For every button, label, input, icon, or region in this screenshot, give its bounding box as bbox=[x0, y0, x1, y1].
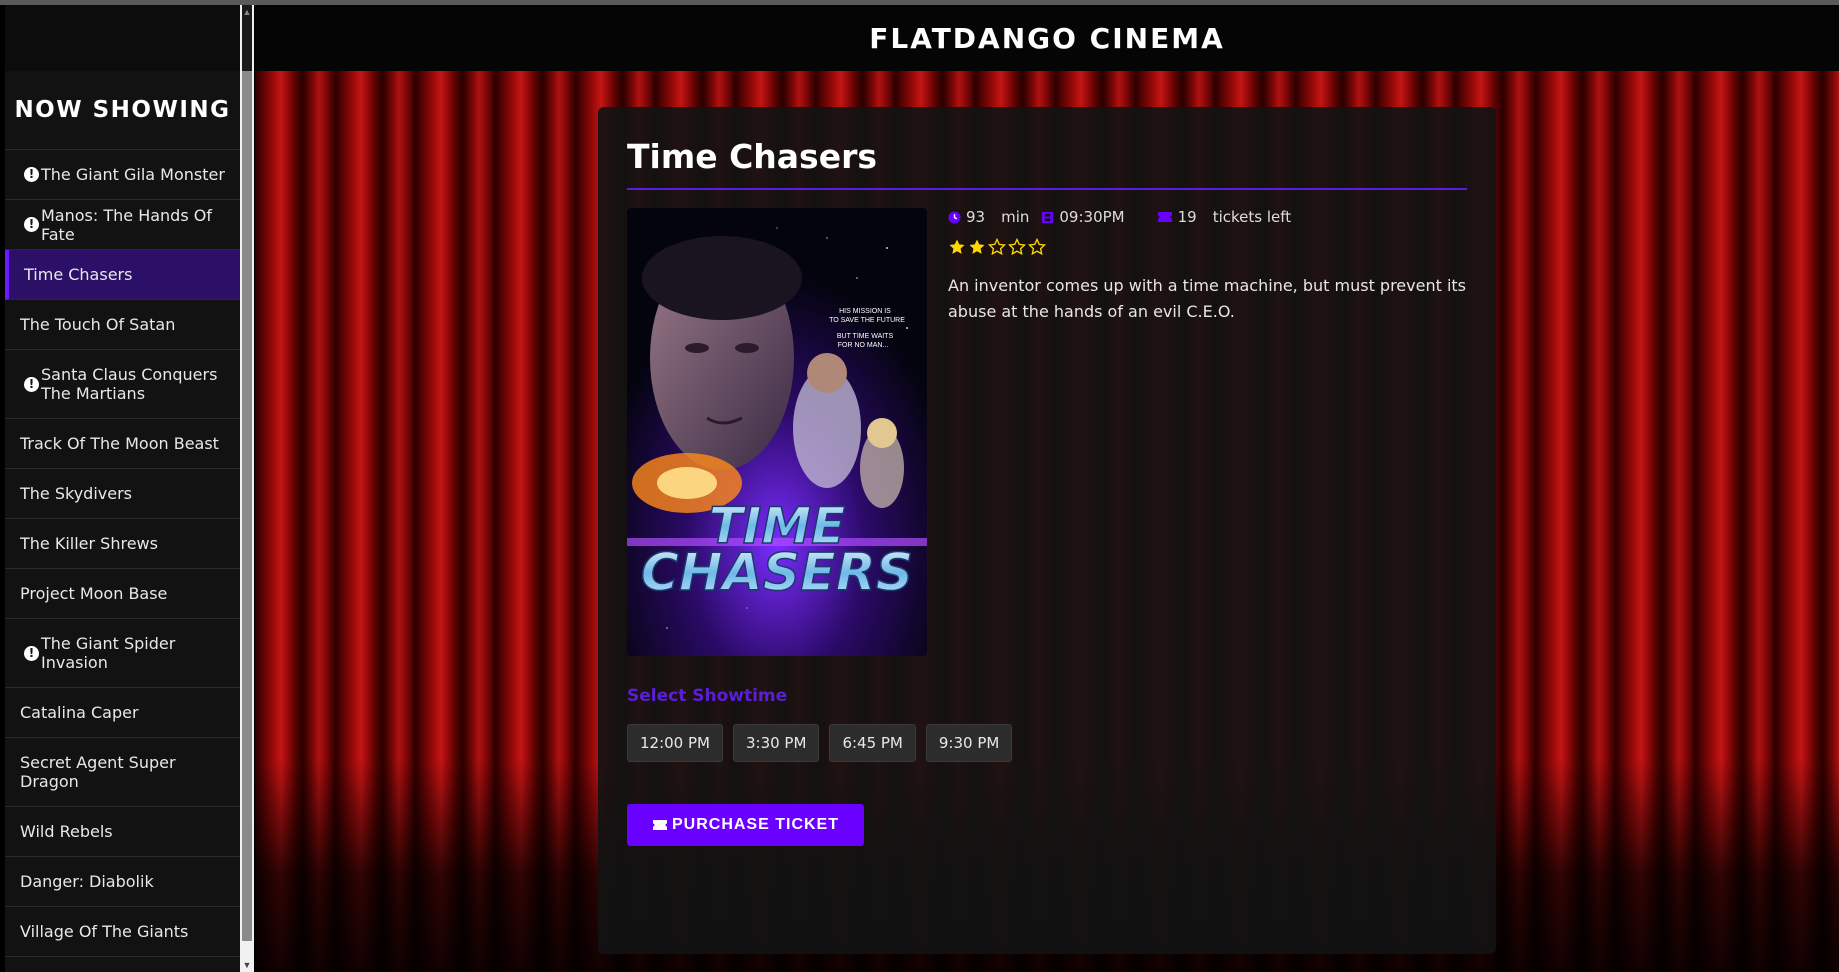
showtime-heading: Select Showtime bbox=[627, 686, 788, 706]
sidebar-item-label: The Giant Spider Invasion bbox=[41, 634, 176, 672]
sidebar-item-santa-claus-conquers-the-martians[interactable]: ! Santa Claus Conquers The Martians bbox=[5, 350, 240, 419]
scroll-down-arrow-icon[interactable]: ▼ bbox=[240, 958, 254, 972]
showtime-option-button[interactable]: 6:45 PM bbox=[829, 724, 916, 762]
sidebar-item-label: Danger: Diabolik bbox=[20, 872, 154, 891]
sidebar-item-manos-the-hands-of-fate[interactable]: ! Manos: The Hands Of Fate bbox=[5, 200, 240, 250]
sidebar-item-label: The Killer Shrews bbox=[20, 534, 158, 553]
star-filled-icon bbox=[948, 238, 966, 256]
film-icon bbox=[1041, 211, 1054, 224]
purchase-ticket-label: PURCHASE TICKET bbox=[671, 816, 839, 833]
star-empty-icon bbox=[987, 237, 1007, 256]
tickets-label: tickets left bbox=[1212, 208, 1292, 226]
sidebar-item-catalina-caper[interactable]: Catalina Caper bbox=[5, 688, 240, 738]
sidebar-item-danger-diabolik[interactable]: Danger: Diabolik bbox=[5, 857, 240, 907]
poster-tagline-3: BUT TIME WAITS bbox=[837, 333, 894, 340]
purchase-ticket-button[interactable]: PURCHASE TICKET bbox=[627, 804, 864, 846]
rating-stars bbox=[948, 237, 1047, 256]
showtime-option-button[interactable]: 3:30 PM bbox=[732, 724, 820, 762]
showtime-option-button[interactable]: 12:00 PM bbox=[627, 724, 723, 762]
main-area: FLATDANGO CINEMA Time Chasers HIS MISSIO… bbox=[255, 5, 1839, 972]
movie-title: Time Chasers bbox=[627, 137, 877, 176]
sidebar-item-the-touch-of-satan[interactable]: The Touch Of Satan bbox=[5, 300, 240, 350]
sidebar-item-village-of-the-giants[interactable]: Village Of The Giants bbox=[5, 907, 240, 957]
title-divider bbox=[627, 188, 1467, 190]
sidebar-heading: NOW SHOWING bbox=[5, 71, 240, 150]
sidebar-item-label: Track Of The Moon Beast bbox=[20, 434, 219, 453]
sidebar-item-secret-agent-super-dragon[interactable]: Secret Agent Super Dragon bbox=[5, 738, 240, 807]
alert-circle-icon: ! bbox=[24, 376, 39, 392]
sidebar-item-label: Manos: The Hands Of Fate bbox=[41, 205, 212, 244]
sidebar-item-wild-rebels[interactable]: Wild Rebels bbox=[5, 807, 240, 857]
alert-circle-icon: ! bbox=[24, 645, 39, 661]
sidebar-item-track-of-the-moon-beast[interactable]: Track Of The Moon Beast bbox=[5, 419, 240, 469]
scrollbar-thumb[interactable] bbox=[242, 71, 252, 941]
poster-logo-line-2: CHASERS bbox=[641, 543, 913, 603]
sidebar-item-label: Project Moon Base bbox=[20, 584, 168, 603]
showtime-option-button[interactable]: 9:30 PM bbox=[925, 724, 1013, 762]
sidebar-item-label: Secret Agent Super Dragon bbox=[20, 753, 176, 791]
star-empty-icon bbox=[1007, 237, 1027, 256]
poster-tagline-4: FOR NO MAN... bbox=[838, 342, 889, 349]
poster-tagline-2: TO SAVE THE FUTURE bbox=[829, 317, 905, 324]
sidebar-item-the-giant-spider-invasion[interactable]: ! The Giant Spider Invasion bbox=[5, 619, 240, 688]
sidebar-item-label: Catalina Caper bbox=[20, 703, 139, 722]
movie-description: An inventor comes up with a time machine… bbox=[948, 276, 1467, 321]
runtime-unit: min bbox=[1001, 208, 1030, 226]
sidebar-item-label: Village Of The Giants bbox=[20, 922, 189, 941]
movie-meta: 93 min 09:30PM 19 tickets left bbox=[948, 208, 1291, 226]
showtime-options: 12:00 PM 3:30 PM 6:45 PM 9:30 PM bbox=[627, 724, 1013, 762]
sidebar-item-label: The Skydivers bbox=[20, 484, 132, 503]
movie-poster: HIS MISSION IS TO SAVE THE FUTURE BUT TI… bbox=[627, 208, 927, 656]
alert-circle-icon: ! bbox=[24, 167, 39, 182]
ticket-icon bbox=[1157, 211, 1173, 224]
sidebar-item-label: The Touch Of Satan bbox=[20, 315, 176, 334]
sidebar-item-the-killer-shrews[interactable]: The Killer Shrews bbox=[5, 519, 240, 569]
sidebar-item-label: Time Chasers bbox=[24, 265, 133, 284]
clock-icon bbox=[948, 210, 961, 224]
movie-list: ! The Giant Gila Monster! Manos: The Hands… bbox=[5, 150, 240, 957]
sidebar: NOW SHOWING ! The Giant Gila Monster! Mano… bbox=[5, 5, 240, 972]
scroll-up-arrow-icon[interactable]: ▲ bbox=[240, 5, 254, 19]
sidebar-item-label: Wild Rebels bbox=[20, 822, 113, 841]
sidebar-item-the-giant-gila-monster[interactable]: ! The Giant Gila Monster bbox=[5, 150, 240, 200]
tickets-value: 19 bbox=[1177, 208, 1197, 226]
star-filled-icon bbox=[968, 238, 986, 256]
runtime-value: 93 bbox=[966, 208, 986, 226]
sidebar-scrollbar[interactable]: ▲ ▼ bbox=[240, 5, 254, 972]
alert-circle-icon: ! bbox=[24, 217, 39, 232]
sidebar-item-label: The Giant Gila Monster bbox=[41, 165, 225, 184]
star-empty-icon bbox=[1027, 237, 1047, 256]
app-title: FLATDANGO CINEMA bbox=[869, 21, 1225, 55]
movie-detail-card: Time Chasers HIS MISSION IS TO SAVE THE … bbox=[598, 107, 1496, 954]
sidebar-item-the-skydivers[interactable]: The Skydivers bbox=[5, 469, 240, 519]
sidebar-item-time-chasers[interactable]: Time Chasers bbox=[5, 250, 240, 300]
sidebar-item-project-moon-base[interactable]: Project Moon Base bbox=[5, 569, 240, 619]
showtime-value: 09:30PM bbox=[1059, 208, 1125, 226]
sidebar-item-label: Santa Claus Conquers The Martians bbox=[41, 365, 218, 403]
ticket-icon bbox=[652, 819, 668, 831]
app-header: FLATDANGO CINEMA bbox=[255, 5, 1839, 71]
poster-tagline-1: HIS MISSION IS bbox=[839, 308, 891, 315]
sidebar-top-spacer bbox=[5, 5, 240, 71]
